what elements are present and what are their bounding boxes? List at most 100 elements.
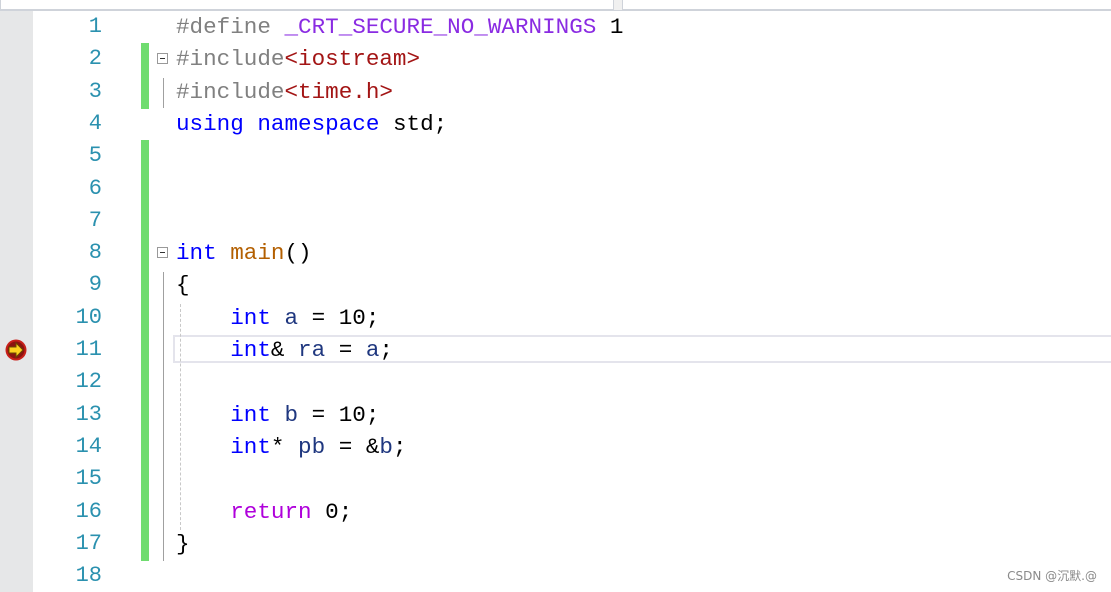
code-text[interactable]: #include<iostream>	[176, 43, 420, 75]
code-token: &	[270, 337, 299, 363]
line-number: 7	[88, 207, 102, 233]
code-text[interactable]: {	[176, 269, 190, 301]
code-line[interactable]: 13 int b = 10;	[0, 398, 1111, 432]
line-number: 11	[75, 337, 102, 362]
code-token: }	[176, 530, 190, 557]
code-token: =	[325, 337, 366, 363]
code-text[interactable]: }	[176, 528, 190, 560]
code-line[interactable]: 4 using namespace std;	[0, 108, 1111, 140]
code-line[interactable]: 18	[0, 560, 1111, 592]
scope-dropdown[interactable]	[622, 0, 1111, 10]
line-number: 3	[88, 78, 102, 104]
line-number: 4	[88, 110, 102, 136]
line-number: 12	[75, 369, 102, 395]
code-token: a	[365, 337, 380, 363]
code-line[interactable]: 6	[0, 172, 1111, 206]
line-number: 15	[75, 466, 102, 492]
code-token: int	[176, 240, 217, 267]
change-indicator	[141, 398, 149, 432]
change-indicator	[141, 495, 149, 529]
code-token: int	[230, 337, 271, 363]
change-indicator	[141, 366, 149, 400]
project-dropdown[interactable]	[0, 0, 614, 10]
watermark: CSDN @沉默.@	[1007, 569, 1097, 583]
line-number: 17	[75, 530, 102, 556]
code-text[interactable]: #include<time.h>	[176, 76, 393, 108]
code-line[interactable]: 14 int* pb = &b;	[0, 430, 1111, 464]
code-line[interactable]: 5	[0, 140, 1111, 174]
code-token: main	[230, 240, 285, 267]
code-token: 1	[596, 14, 624, 40]
code-token: return	[230, 498, 312, 525]
change-indicator	[141, 140, 149, 174]
code-line[interactable]: 15	[0, 463, 1111, 497]
code-token: #include	[176, 46, 285, 73]
code-token: <iostream>	[284, 46, 421, 73]
code-text[interactable]: return 0;	[176, 496, 352, 528]
code-token: std;	[379, 110, 448, 137]
code-text[interactable]: int a = 10;	[176, 302, 379, 334]
change-indicator	[141, 43, 149, 77]
line-number: 14	[75, 433, 102, 459]
code-line[interactable]: 17}	[0, 527, 1111, 561]
line-number: 16	[75, 498, 102, 524]
change-indicator	[141, 430, 149, 464]
line-number: 1	[88, 14, 102, 39]
code-token: #include	[176, 78, 285, 105]
code-token: ;	[379, 337, 393, 363]
code-line[interactable]: 2 #include<iostream>	[0, 43, 1111, 77]
code-token: int	[230, 304, 271, 331]
code-text[interactable]: int& ra = a;	[176, 334, 393, 366]
change-indicator	[141, 334, 149, 367]
code-token: = 10;	[298, 304, 380, 331]
navigation-bar	[0, 0, 1111, 11]
code-token: b	[379, 433, 393, 460]
change-indicator	[141, 527, 149, 561]
code-line[interactable]: 8 int main()	[0, 237, 1111, 271]
code-line[interactable]: 10 int a = 10;	[0, 301, 1111, 335]
line-number: 10	[75, 304, 102, 330]
code-token: 0;	[311, 498, 353, 525]
code-line[interactable]: 1 #define _CRT_SECURE_NO_WARNINGS 1	[0, 11, 1111, 43]
line-number: 13	[75, 401, 102, 427]
code-token: {	[176, 272, 190, 299]
change-indicator	[141, 463, 149, 497]
code-text[interactable]: int b = 10;	[176, 399, 379, 431]
code-line[interactable]: 12	[0, 366, 1111, 400]
code-token: ;	[392, 433, 407, 460]
collapse-minus-icon[interactable]	[157, 53, 168, 65]
code-token: _CRT_SECURE_NO_WARNINGS	[284, 14, 597, 40]
change-indicator	[141, 237, 149, 271]
code-line[interactable]: 3 #include<time.h>	[0, 75, 1111, 109]
code-token: int	[230, 433, 271, 460]
code-token: int	[230, 401, 271, 428]
code-token: pb	[298, 433, 326, 460]
code-line[interactable]: 16 return 0;	[0, 495, 1111, 529]
yellow-arrow-icon	[5, 339, 27, 361]
line-number: 18	[75, 563, 102, 589]
code-token: = 10;	[298, 401, 380, 428]
change-indicator	[141, 204, 149, 238]
code-token: = &	[325, 433, 380, 460]
collapse-minus-icon[interactable]	[157, 247, 168, 259]
line-number: 6	[88, 175, 102, 201]
code-line[interactable]: 7	[0, 204, 1111, 238]
code-text[interactable]: #define _CRT_SECURE_NO_WARNINGS 1	[176, 11, 623, 43]
code-text[interactable]: int main()	[176, 237, 312, 269]
code-token: b	[284, 401, 299, 428]
code-token: <time.h>	[284, 78, 393, 105]
change-indicator	[141, 172, 149, 206]
line-number: 5	[88, 143, 102, 169]
code-text[interactable]: using namespace std;	[176, 108, 447, 140]
line-number: 2	[88, 46, 102, 72]
code-line[interactable]: 11 int& ra = a;	[0, 334, 1111, 367]
change-indicator	[141, 301, 149, 335]
code-line[interactable]: 9{	[0, 269, 1111, 303]
change-indicator	[141, 269, 149, 303]
code-token: #define	[176, 14, 285, 40]
code-text[interactable]: int* pb = &b;	[176, 431, 407, 463]
